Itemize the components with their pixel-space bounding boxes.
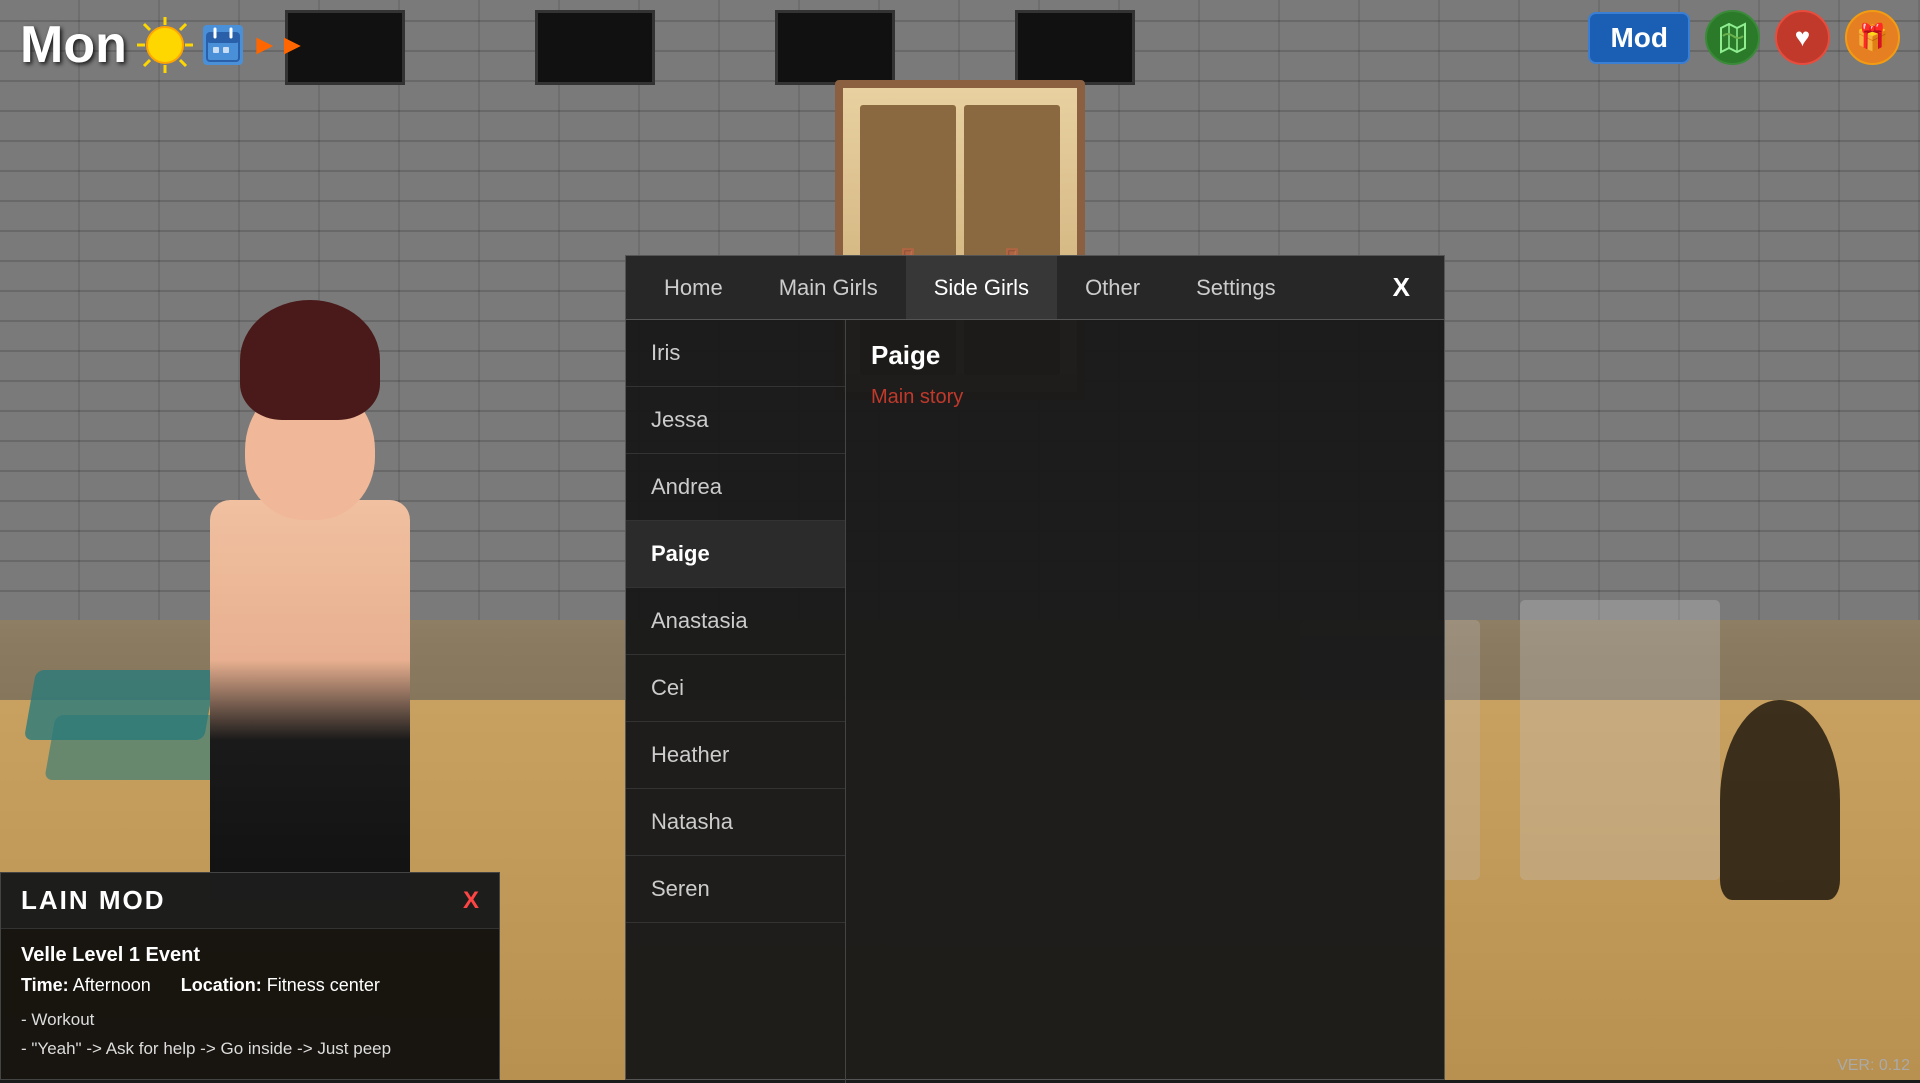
girl-item-jessa[interactable]: Jessa	[626, 387, 845, 454]
calendar-icon[interactable]	[203, 25, 243, 65]
character-body	[210, 500, 410, 900]
girl-list: Iris Jessa Andrea Paige Anastasia Cei He…	[626, 320, 846, 1083]
girl-detail-name: Paige	[871, 340, 1419, 371]
day-display: Mon	[20, 15, 306, 75]
tab-main-girls[interactable]: Main Girls	[751, 256, 906, 319]
top-bar: Mon	[0, 0, 1920, 90]
tab-side-girls[interactable]: Side Girls	[906, 256, 1057, 319]
mod-panel: Home Main Girls Side Girls Other Setting…	[625, 255, 1445, 1080]
girl-item-iris[interactable]: Iris	[626, 320, 845, 387]
map-icon-button[interactable]	[1705, 10, 1760, 65]
info-content: Velle Level 1 Event Time: Afternoon Loca…	[1, 929, 499, 1079]
girl-item-seren[interactable]: Seren	[626, 856, 845, 923]
panel-close-button[interactable]: X	[1369, 256, 1434, 319]
info-location: Location: Fitness center	[181, 975, 380, 996]
sun-icon	[135, 15, 195, 75]
info-time: Time: Afternoon	[21, 975, 151, 996]
info-box: LAIN MOD X Velle Level 1 Event Time: Aft…	[0, 872, 500, 1080]
heart-icon-button[interactable]: ♥	[1775, 10, 1830, 65]
girl-item-andrea[interactable]: Andrea	[626, 454, 845, 521]
character-hair	[240, 300, 380, 420]
version-label: VER: 0.12	[1837, 1057, 1910, 1075]
info-step-2: - "Yeah" -> Ask for help -> Go inside ->…	[21, 1035, 479, 1064]
mod-button[interactable]: Mod	[1588, 12, 1690, 64]
tab-bar: Home Main Girls Side Girls Other Setting…	[626, 256, 1444, 320]
info-title-bar: LAIN MOD X	[1, 873, 499, 929]
girl-item-paige[interactable]: Paige	[626, 521, 845, 588]
info-event-title: Velle Level 1 Event	[21, 944, 479, 967]
tab-other[interactable]: Other	[1057, 256, 1168, 319]
panel-body: Iris Jessa Andrea Paige Anastasia Cei He…	[626, 320, 1444, 1083]
top-right-icons: Mod ♥ 🎁	[1588, 10, 1900, 65]
girl-detail: Paige Main story	[846, 320, 1444, 1083]
fast-forward-icon[interactable]: ►►	[251, 29, 306, 61]
girl-item-natasha[interactable]: Natasha	[626, 789, 845, 856]
character-area	[0, 200, 620, 900]
girl-item-cei[interactable]: Cei	[626, 655, 845, 722]
info-title: LAIN MOD	[21, 885, 166, 916]
day-label: Mon	[20, 15, 127, 75]
gift-icon-button[interactable]: 🎁	[1845, 10, 1900, 65]
tab-home[interactable]: Home	[636, 256, 751, 319]
info-time-row: Time: Afternoon Location: Fitness center	[21, 975, 479, 996]
info-step-1: - Workout	[21, 1006, 479, 1035]
shadow-figure	[1720, 700, 1840, 900]
info-close-button[interactable]: X	[463, 887, 479, 915]
equipment-right-1	[1520, 600, 1720, 880]
tab-settings[interactable]: Settings	[1168, 256, 1304, 319]
info-steps: - Workout - "Yeah" -> Ask for help -> Go…	[21, 1006, 479, 1064]
girl-item-anastasia[interactable]: Anastasia	[626, 588, 845, 655]
main-story-link[interactable]: Main story	[871, 386, 963, 408]
girl-item-heather[interactable]: Heather	[626, 722, 845, 789]
